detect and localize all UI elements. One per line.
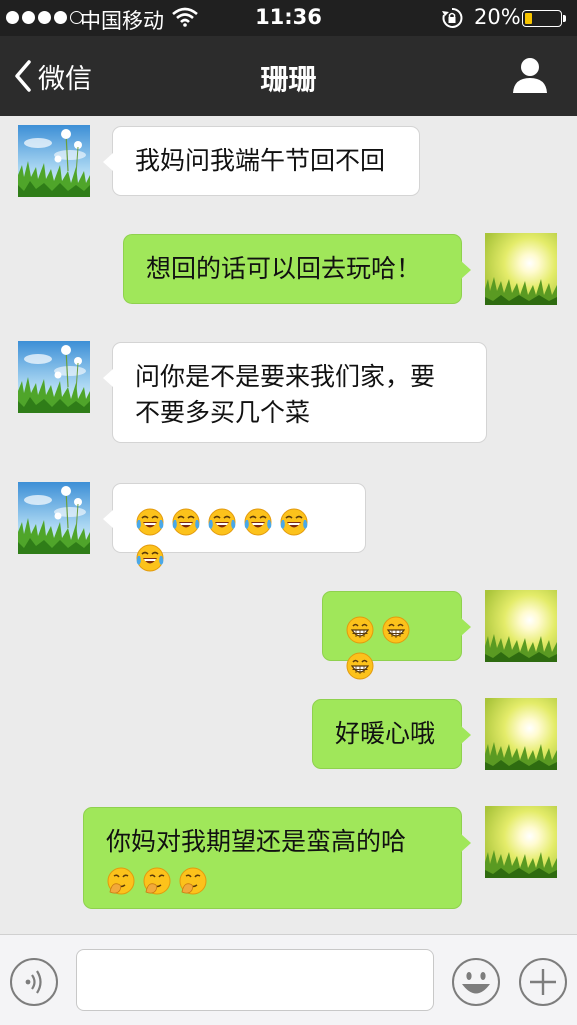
chat-title: 珊珊 xyxy=(260,63,317,96)
profile-button[interactable] xyxy=(512,56,548,98)
tears-of-joy-emoji xyxy=(207,507,237,537)
message-text: 想回的话可以回去玩哈！ xyxy=(146,254,422,283)
tears-of-joy-emoji xyxy=(279,507,309,537)
my-avatar[interactable] xyxy=(485,233,557,305)
tears-of-joy-emoji xyxy=(135,543,165,573)
message-text: 你妈对我期望还是蛮高的哈 xyxy=(106,827,407,856)
message-bubble[interactable]: 你妈对我期望还是蛮高的哈 xyxy=(83,807,471,909)
nav-bar: 微信 珊珊 xyxy=(0,36,577,116)
grin-emoji-row xyxy=(345,614,417,679)
smiley-icon xyxy=(452,958,500,1006)
plus-icon xyxy=(519,958,567,1006)
battery-percent: 20% xyxy=(474,5,521,29)
message-bubble[interactable]: 我妈问我端午节回不回 xyxy=(103,126,420,196)
more-button[interactable] xyxy=(518,957,568,1011)
status-bar: 中国移动 11:36 20% xyxy=(0,0,577,36)
rotation-lock-icon xyxy=(441,7,463,34)
message-bubble[interactable] xyxy=(322,591,471,661)
input-bar xyxy=(0,934,577,1025)
tears-of-joy-emoji xyxy=(243,507,273,537)
facepalm-emoji xyxy=(142,866,172,896)
tears-of-joy-emoji-row xyxy=(135,506,315,571)
facepalm-emoji-row xyxy=(106,865,214,894)
facepalm-emoji xyxy=(178,866,208,896)
battery-level xyxy=(525,13,532,24)
my-avatar[interactable] xyxy=(485,806,557,878)
person-icon xyxy=(513,58,547,93)
contact-avatar[interactable] xyxy=(18,341,90,413)
tears-of-joy-emoji xyxy=(171,507,201,537)
contact-avatar[interactable] xyxy=(18,125,90,197)
message-text-line: 问你是不是要来我们家，要 xyxy=(135,362,436,391)
grin-emoji xyxy=(345,651,375,681)
message-text: 我妈问我端午节回不回 xyxy=(135,146,386,175)
message-bubble[interactable] xyxy=(103,483,366,553)
message-text-line: 不要多买几个菜 xyxy=(135,398,311,427)
facepalm-emoji xyxy=(106,866,136,896)
message-bubble[interactable]: 问你是不是要来我们家，要 不要多买几个菜 xyxy=(103,342,487,443)
my-avatar[interactable] xyxy=(485,698,557,770)
message-input[interactable] xyxy=(76,949,434,1011)
contact-avatar[interactable] xyxy=(18,482,90,554)
message-text: 好暖心哦 xyxy=(335,719,436,748)
tears-of-joy-emoji xyxy=(135,507,165,537)
message-bubble[interactable]: 好暖心哦 xyxy=(312,699,471,769)
voice-button[interactable] xyxy=(9,957,59,1011)
emoji-button[interactable] xyxy=(451,957,501,1011)
battery-icon xyxy=(522,10,562,27)
my-avatar[interactable] xyxy=(485,590,557,662)
grin-emoji xyxy=(345,615,375,645)
voice-icon xyxy=(10,958,58,1006)
message-bubble[interactable]: 想回的话可以回去玩哈！ xyxy=(123,234,471,304)
grin-emoji xyxy=(381,615,411,645)
